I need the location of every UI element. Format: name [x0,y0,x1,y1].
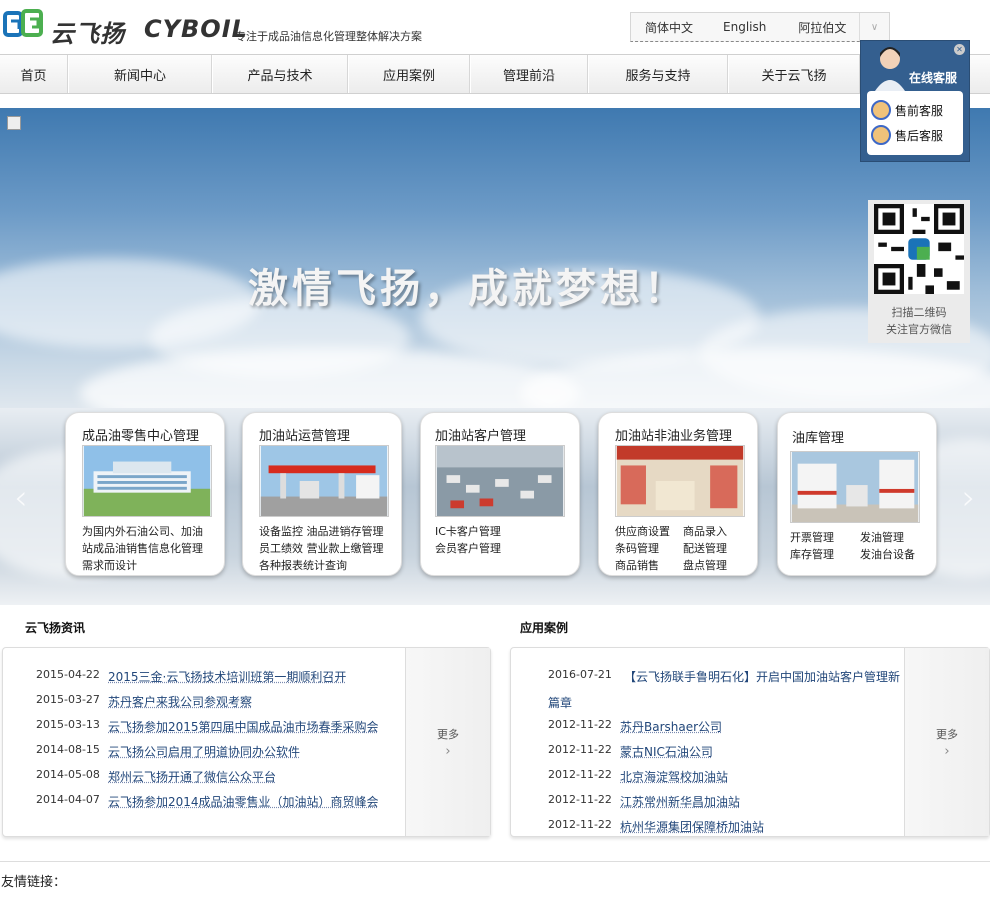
qr-caption-line2: 关注官方微信 [886,323,952,336]
aftersales-service-link[interactable]: 售后客服 [871,124,959,146]
news-row[interactable]: 2015-03-13 云飞扬参加2015第四届中国成品油市场春季采购会 [36,718,379,735]
news-more-button[interactable]: 更多 › [405,648,490,836]
presales-service-link[interactable]: 售前客服 [871,99,959,121]
product-card-station-ops[interactable]: 加油站运营管理 设备监控 油品进销存管理 员工绩效 营业款上缴管理 各种报表统计… [242,412,402,576]
logo-name-en[interactable]: CYBOIL [144,15,248,43]
banner-headline: 激情飞扬，成就梦想！ [248,266,688,312]
case-row[interactable]: 2016-07-21 【云飞扬联手鲁明石化】开启中国加油站客户管理新 [548,668,900,685]
online-service-widget: ✕ 在线客服 售前客服 售后客服 [860,40,970,162]
oil-tank-image [790,451,920,523]
lang-english[interactable]: English [707,20,780,34]
case-row[interactable]: 2012-11-22 江苏常州新华昌加油站 [548,793,740,810]
slider-prev-icon[interactable]: ‹ [14,478,28,518]
nav-about[interactable]: 关于云飞扬 [728,55,860,93]
nav-cases[interactable]: 应用案例 [348,55,470,93]
main-nav: 首页 新闻中心 产品与技术 应用案例 管理前沿 服务与支持 关于云飞扬 [0,54,990,94]
service-title: 在线客服 [909,71,958,85]
card-items: 供应商设置 商品录入 条码管理 配送管理 商品销售 盘点管理 [615,525,727,572]
product-card-retail-center[interactable]: 成品油零售中心管理 为国内外石油公司、加油 站成品油销售信息化管理 需求而设计 [65,412,225,576]
case-row[interactable]: 2012-11-22 北京海淀驾校加油站 [548,768,728,785]
case-row-continued[interactable]: 篇章 [548,694,572,711]
nav-home[interactable]: 首页 [0,55,68,93]
language-switcher: 简体中文 English 阿拉伯文 ∨ [630,12,890,42]
gas-station-image [259,445,389,517]
logo-name-cn[interactable]: 云飞扬 [50,14,125,49]
lang-arabic[interactable]: 阿拉伯文 [780,19,860,36]
news-row[interactable]: 2015-04-22 2015三金·云飞扬技术培训班第一期顺利召开 [36,668,346,685]
card-description: 设备监控 油品进销存管理 员工绩效 营业款上缴管理 各种报表统计查询 [259,525,384,572]
news-row[interactable]: 2014-04-07 云飞扬参加2014成品油零售业（加油站）商贸峰会 [36,793,379,810]
cases-more-button[interactable]: 更多 › [904,648,989,836]
chevron-right-icon: › [944,743,950,759]
card-title: 油库管理 [792,431,845,446]
product-card-depot[interactable]: 油库管理 开票管理 发油管理 库存管理 发油台设备 [777,412,937,576]
footer-divider [0,861,990,862]
news-row[interactable]: 2014-08-15 云飞扬公司启用了明道协同办公软件 [36,743,300,760]
lang-simplified-chinese[interactable]: 简体中文 [631,19,707,36]
site-header: 云飞扬 CYBOIL 专注于成品油信息化管理整体解决方案 简体中文 Englis… [0,0,990,52]
case-row[interactable]: 2012-11-22 蒙古NIC石油公司 [548,743,713,760]
chevron-right-icon: › [445,743,451,759]
card-items: 开票管理 发油管理 库存管理 发油台设备 [790,531,915,561]
news-section-title: 云飞扬资讯 [25,621,86,635]
qr-caption-line1: 扫描二维码 [891,306,947,319]
slogan: 专注于成品油信息化管理整体解决方案 [235,30,422,43]
nav-management[interactable]: 管理前沿 [470,55,588,93]
news-row[interactable]: 2014-05-08 郑州云飞扬开通了微信公众平台 [36,768,276,785]
news-panel: 2015-04-22 2015三金·云飞扬技术培训班第一期顺利召开 2015-03… [2,647,491,837]
card-title: 加油站客户管理 [435,429,527,444]
wechat-qr-panel: 扫描二维码 关注官方微信 [868,200,970,343]
hero-banner[interactable]: 激情飞扬，成就梦想！ [0,108,990,408]
friend-links-label: 友情链接： [1,875,67,890]
office-building-image [82,445,212,517]
card-description: 为国内外石油公司、加油 站成品油销售信息化管理 需求而设计 [82,525,203,572]
broken-image-icon [7,116,21,130]
chevron-down-icon[interactable]: ∨ [859,13,889,41]
card-title: 加油站运营管理 [259,429,351,444]
qr-code-icon [874,204,964,294]
traffic-image [435,445,565,517]
product-card-customer[interactable]: 加油站客户管理 IC卡客户管理 会员客户管理 [420,412,580,576]
case-row[interactable]: 2012-11-22 苏丹Barshaer公司 [548,718,722,735]
qq-avatar-icon [871,125,891,145]
slider-next-icon[interactable]: › [962,478,976,518]
service-list: 售前客服 售后客服 [867,91,963,155]
store-image [615,445,745,517]
card-title: 加油站非油业务管理 [615,429,733,444]
news-row[interactable]: 2015-03-27 苏丹客户来我公司参观考察 [36,693,252,710]
cases-section-title: 应用案例 [520,621,569,635]
qq-avatar-icon [871,100,891,120]
card-description: IC卡客户管理 会员客户管理 [435,525,501,555]
nav-service[interactable]: 服务与支持 [588,55,728,93]
product-strip: 成品油零售中心管理 为国内外石油公司、加油 站成品油销售信息化管理 需求而设计 … [0,408,990,605]
cases-panel: 2016-07-21 【云飞扬联手鲁明石化】开启中国加油站客户管理新 篇章 201… [510,647,990,837]
product-card-non-oil[interactable]: 加油站非油业务管理 供应商设置 商品录入 条码管理 配送管理 商品销售 盘点管理 [598,412,758,576]
close-icon[interactable]: ✕ [954,44,965,55]
nav-products[interactable]: 产品与技术 [212,55,348,93]
nav-news[interactable]: 新闻中心 [68,55,212,93]
case-row[interactable]: 2012-11-22 杭州华源集团保障桥加油站 [548,818,764,835]
service-agent-icon [875,47,905,91]
logo-icon[interactable] [3,7,45,41]
card-title: 成品油零售中心管理 [82,429,200,444]
